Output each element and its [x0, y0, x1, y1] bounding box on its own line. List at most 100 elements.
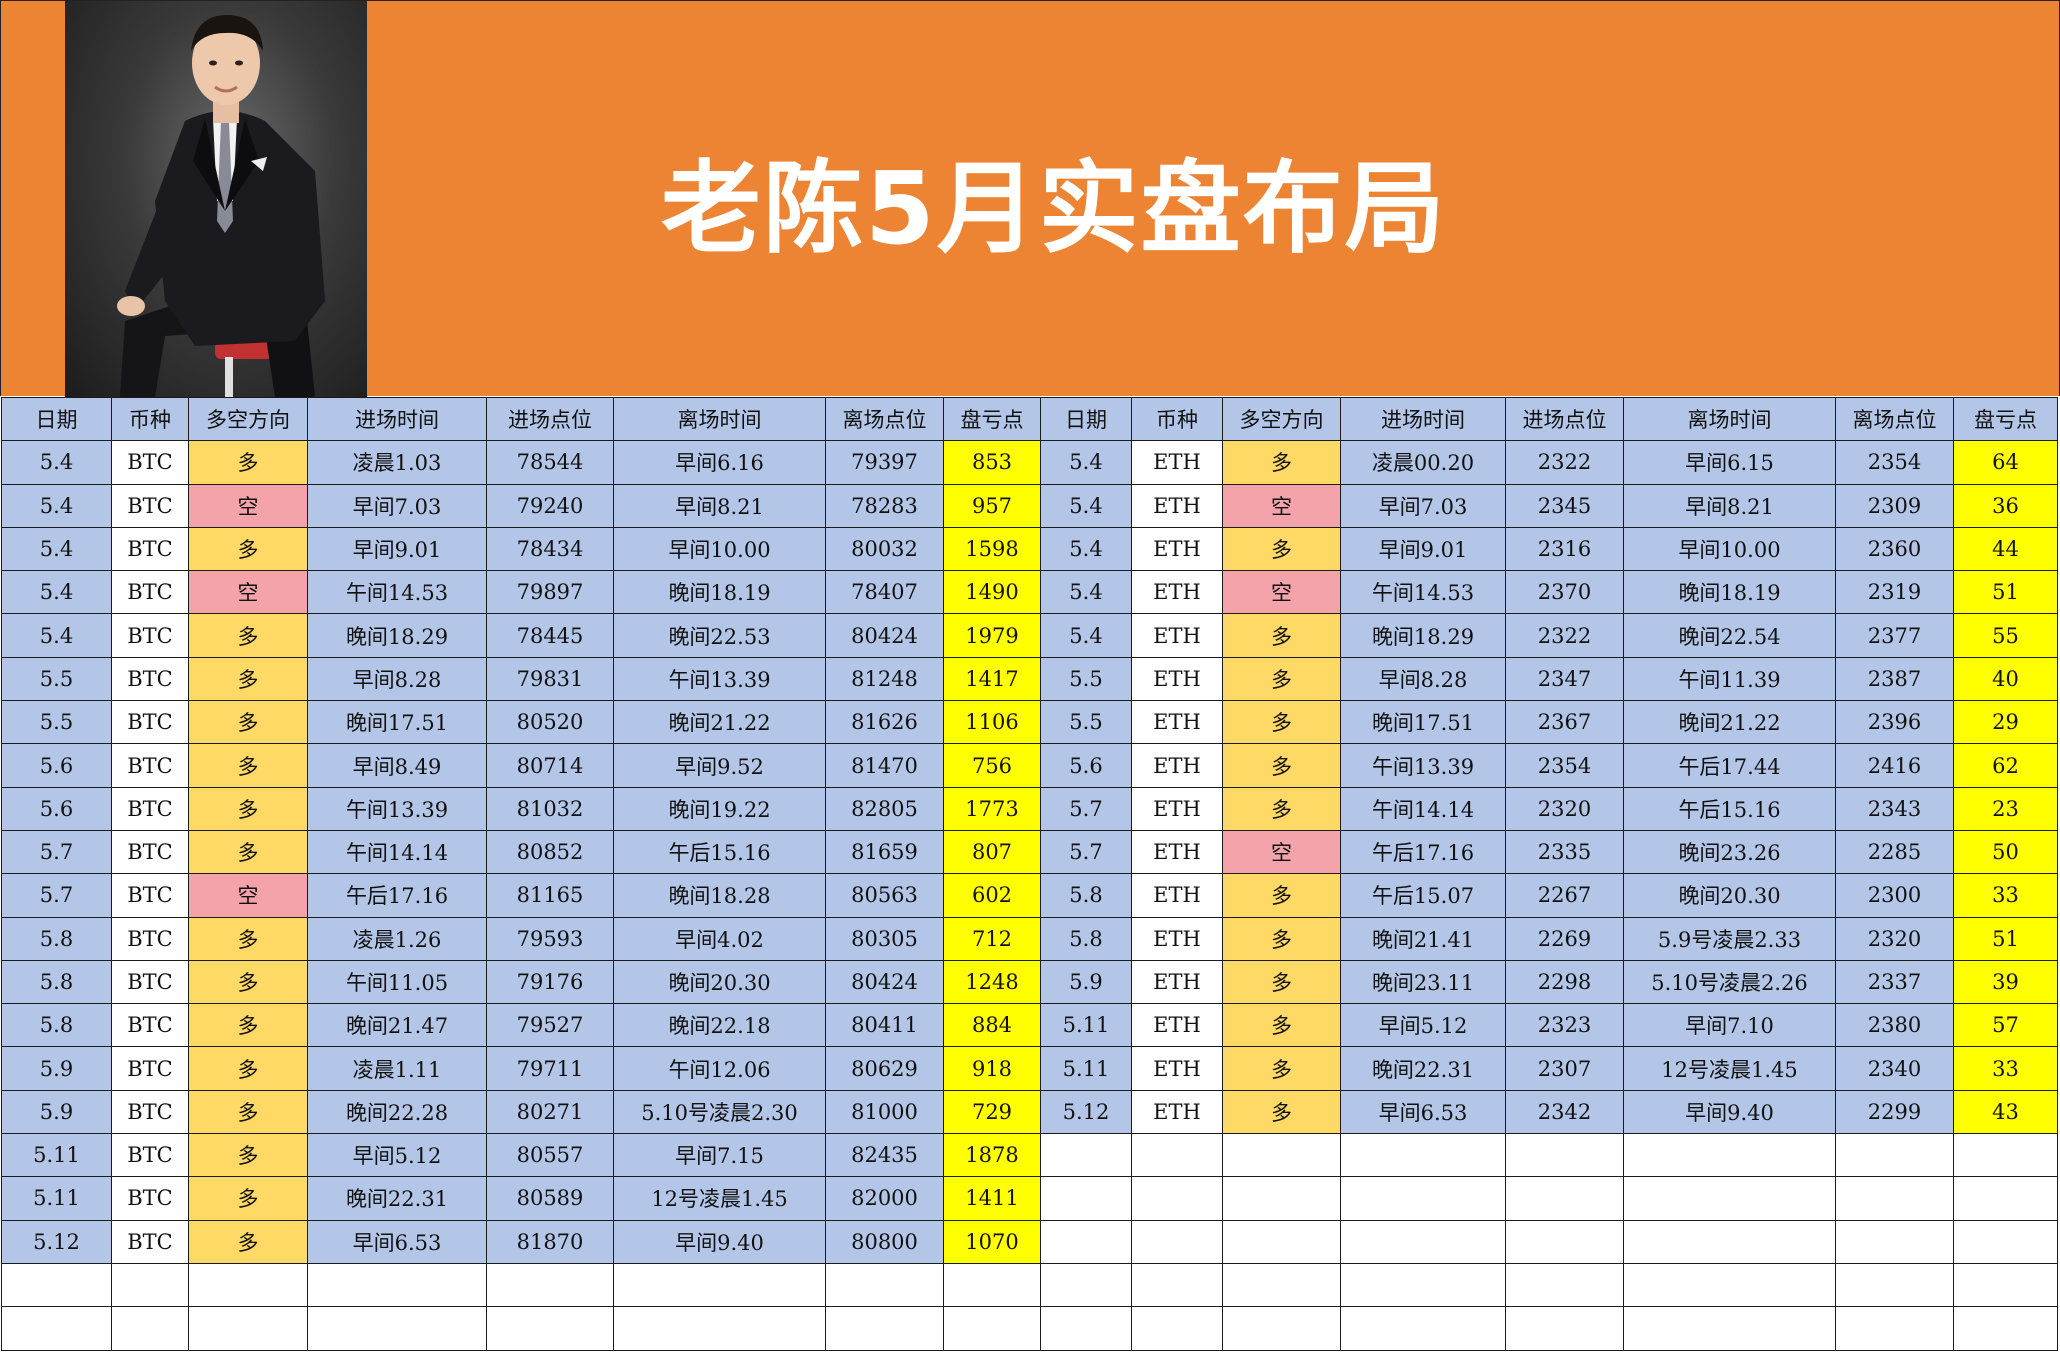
eth-exit-price-cell: 2387 — [1835, 656, 1954, 702]
btc-points-cell: 1773 — [943, 786, 1041, 831]
empty-cell — [1623, 1176, 1836, 1221]
btc-coin-cell: BTC — [111, 873, 189, 918]
empty-cell — [1623, 1306, 1836, 1351]
btc-points-cell: 884 — [943, 1003, 1041, 1048]
btc-direction-cell: 多 — [188, 959, 308, 1005]
btc-exit-time-cell: 早间4.02 — [613, 916, 826, 961]
btc-direction-cell: 多 — [188, 743, 308, 788]
btc-exit-price-cell: 81248 — [825, 656, 944, 702]
btc-exit-price-cell: 80629 — [825, 1046, 944, 1091]
eth-entry-price-cell: 2354 — [1505, 743, 1624, 788]
empty-cell — [1131, 1219, 1223, 1264]
btc-entry-price-cell: 80589 — [486, 1176, 614, 1221]
btc-exit-price-cell: 80305 — [825, 916, 944, 961]
btc-exit-price-cell: 81626 — [825, 700, 944, 745]
eth-points-cell: 51 — [1953, 916, 2058, 961]
btc-coin-cell: BTC — [111, 1176, 189, 1221]
btc-entry-price-cell: 81870 — [486, 1219, 614, 1264]
trade-table: 日期 币种 多空方向 进场时间 进场点位 离场时间 离场点位 盘亏点 日期 币种 多空方向 进场时间进… — [1, 396, 2058, 1351]
eth-entry-time-cell: 晚间22.31 — [1340, 1046, 1506, 1091]
btc-entry-time-cell: 晚间22.28 — [307, 1089, 487, 1135]
eth-exit-price-cell: 2309 — [1835, 483, 1954, 528]
btc-direction-cell: 多 — [188, 700, 308, 745]
empty-cell — [1835, 1219, 1954, 1264]
eth-exit-time-cell: 早间9.40 — [1623, 1089, 1836, 1135]
btc-exit-price-cell: 80424 — [825, 959, 944, 1005]
btc-date-cell: 5.9 — [1, 1089, 112, 1135]
btc-entry-time-cell: 午间14.14 — [307, 829, 487, 875]
btc-coin-cell: BTC — [111, 483, 189, 528]
eth-entry-price-cell: 2267 — [1505, 873, 1624, 918]
column-header: 多空方向 — [1222, 396, 1341, 442]
eth-date-cell: 5.5 — [1040, 700, 1132, 745]
empty-cell — [1222, 1262, 1341, 1308]
btc-direction-cell: 空 — [188, 570, 308, 615]
eth-exit-price-cell: 2360 — [1835, 526, 1954, 572]
eth-coin-cell: ETH — [1131, 526, 1223, 572]
eth-coin-cell: ETH — [1131, 656, 1223, 702]
btc-exit-time-cell: 晚间18.19 — [613, 570, 826, 615]
btc-date-cell: 5.12 — [1, 1219, 112, 1264]
empty-cell — [1953, 1133, 2058, 1178]
eth-points-cell: 51 — [1953, 570, 2058, 615]
table-row — [1, 1262, 2058, 1308]
empty-cell — [1131, 1262, 1223, 1308]
eth-entry-time-cell: 晚间21.41 — [1340, 916, 1506, 961]
table-row: 5.4 BTC 空早间7.03 79240 早间8.21 78283 957 5.4 ETH 空早… — [1, 483, 2058, 528]
eth-exit-time-cell: 5.9号凌晨2.33 — [1623, 916, 1836, 961]
btc-points-cell: 853 — [943, 440, 1041, 485]
btc-coin-cell: BTC — [111, 1089, 189, 1135]
btc-points-cell: 1417 — [943, 656, 1041, 702]
eth-entry-price-cell: 2345 — [1505, 483, 1624, 528]
btc-entry-price-cell: 79240 — [486, 483, 614, 528]
btc-exit-time-cell: 晚间22.18 — [613, 1003, 826, 1048]
header-banner: 老陈5月实盘布局 — [0, 0, 2060, 397]
btc-coin-cell: BTC — [111, 959, 189, 1005]
empty-cell — [1040, 1176, 1132, 1221]
eth-exit-price-cell: 2299 — [1835, 1089, 1954, 1135]
btc-direction-cell: 多 — [188, 656, 308, 702]
table-row: 5.8 BTC 多晚间21.47 79527 晚间22.18 80411 884 5.11 ET… — [1, 1003, 2058, 1048]
btc-coin-cell: BTC — [111, 440, 189, 485]
empty-cell — [1040, 1262, 1132, 1308]
eth-exit-time-cell: 午后17.44 — [1623, 743, 1836, 788]
btc-entry-price-cell: 79711 — [486, 1046, 614, 1091]
empty-cell — [1040, 1133, 1132, 1178]
eth-exit-time-cell: 晚间18.19 — [1623, 570, 1836, 615]
btc-entry-price-cell: 79593 — [486, 916, 614, 961]
eth-coin-cell: ETH — [1131, 829, 1223, 875]
btc-date-cell: 5.6 — [1, 786, 112, 831]
btc-points-cell: 1598 — [943, 526, 1041, 572]
btc-points-cell: 1979 — [943, 613, 1041, 658]
eth-points-cell: 64 — [1953, 440, 2058, 485]
table-row: 5.6 BTC 多午间13.39 81032 晚间19.22 82805 1773 5.7 ET… — [1, 786, 2058, 831]
btc-date-cell: 5.5 — [1, 656, 112, 702]
column-header: 离场时间 — [1623, 396, 1836, 442]
table-row: 5.7 BTC 空午后17.16 81165 晚间18.28 80563 602 5.8 ETH… — [1, 873, 2058, 918]
btc-points-cell: 729 — [943, 1089, 1041, 1135]
empty-cell — [825, 1306, 944, 1351]
btc-exit-time-cell: 午间13.39 — [613, 656, 826, 702]
eth-exit-time-cell: 早间6.15 — [1623, 440, 1836, 485]
eth-coin-cell: ETH — [1131, 1003, 1223, 1048]
eth-exit-time-cell: 晚间21.22 — [1623, 700, 1836, 745]
eth-entry-time-cell: 早间7.03 — [1340, 483, 1506, 528]
eth-entry-price-cell: 2269 — [1505, 916, 1624, 961]
eth-date-cell: 5.8 — [1040, 873, 1132, 918]
eth-exit-price-cell: 2343 — [1835, 786, 1954, 831]
eth-points-cell: 39 — [1953, 959, 2058, 1005]
btc-entry-price-cell: 78544 — [486, 440, 614, 485]
btc-exit-price-cell: 82805 — [825, 786, 944, 831]
btc-entry-price-cell: 79831 — [486, 656, 614, 702]
eth-entry-time-cell: 晚间23.11 — [1340, 959, 1506, 1005]
btc-entry-time-cell: 早间5.12 — [307, 1133, 487, 1178]
btc-direction-cell: 多 — [188, 613, 308, 658]
column-header: 进场点位 — [486, 396, 614, 442]
column-header: 多空方向 — [188, 396, 308, 442]
eth-exit-time-cell: 5.10号凌晨2.26 — [1623, 959, 1836, 1005]
eth-exit-time-cell: 早间7.10 — [1623, 1003, 1836, 1048]
eth-direction-cell: 多 — [1222, 743, 1341, 788]
eth-entry-time-cell: 早间5.12 — [1340, 1003, 1506, 1048]
empty-cell — [1, 1262, 112, 1308]
btc-exit-price-cell: 82435 — [825, 1133, 944, 1178]
